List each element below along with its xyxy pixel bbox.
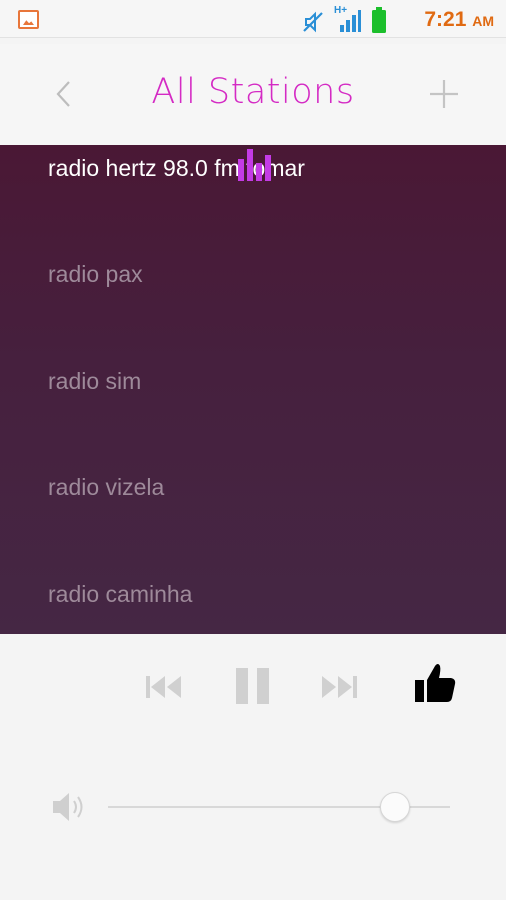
header: All Stations bbox=[0, 44, 506, 145]
thumbs-up-icon bbox=[415, 664, 456, 702]
gallery-icon bbox=[18, 10, 39, 29]
station-item[interactable]: radio vizela bbox=[48, 474, 164, 501]
app-window: All Stations radio hertz 98.0 fm tomar r… bbox=[0, 44, 506, 900]
battery-icon bbox=[372, 7, 386, 33]
pause-button[interactable] bbox=[236, 668, 270, 709]
station-item[interactable]: radio pax bbox=[48, 261, 143, 288]
player-controls bbox=[0, 634, 506, 900]
volume-icon bbox=[52, 792, 88, 827]
skip-next-icon bbox=[322, 676, 357, 698]
next-button[interactable] bbox=[320, 676, 358, 703]
status-bar: H+ 7:21 AM bbox=[0, 0, 506, 38]
status-icons: H+ bbox=[302, 5, 386, 33]
signal-icon: H+ bbox=[334, 5, 362, 33]
station-item[interactable]: radio sim bbox=[48, 368, 141, 395]
pause-icon bbox=[236, 668, 269, 704]
clock: 7:21 AM bbox=[424, 8, 494, 31]
like-button[interactable] bbox=[413, 662, 457, 709]
mute-icon bbox=[303, 11, 323, 33]
station-item[interactable]: radio caminha bbox=[48, 581, 192, 608]
add-station-button[interactable] bbox=[428, 78, 460, 110]
station-list: radio hertz 98.0 fm tomar radio pax radi… bbox=[0, 145, 506, 634]
plus-icon bbox=[430, 80, 458, 108]
equalizer-icon bbox=[238, 149, 271, 181]
volume-slider-handle[interactable] bbox=[380, 792, 411, 822]
previous-button[interactable] bbox=[146, 676, 184, 703]
skip-previous-icon bbox=[146, 676, 181, 698]
